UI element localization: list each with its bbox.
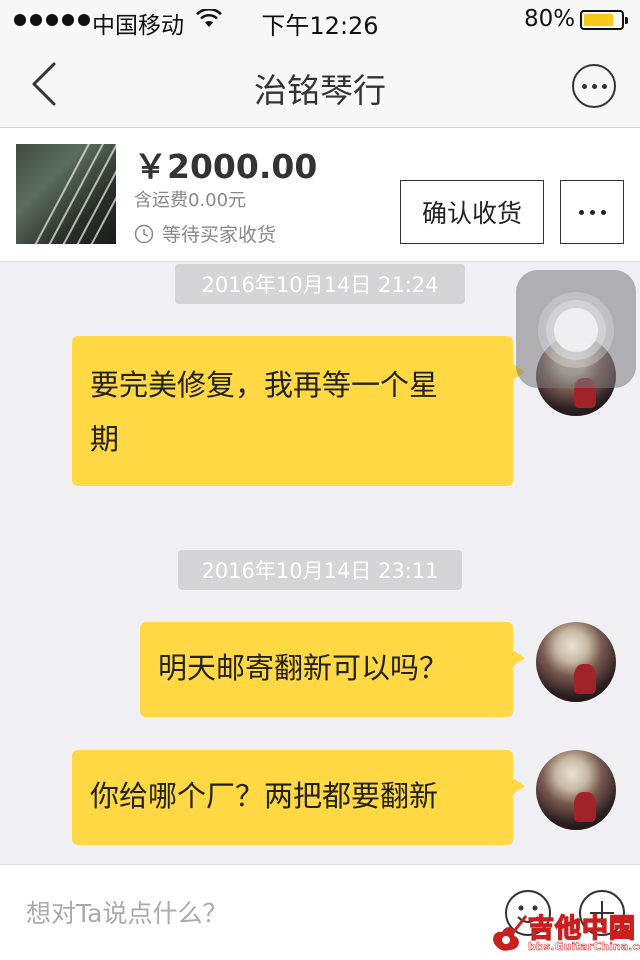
- battery-level-fill: [584, 14, 613, 26]
- nav-bar: 治铭琴行: [0, 40, 640, 128]
- message-bubble[interactable]: 明天邮寄翻新可以吗？: [140, 622, 525, 717]
- more-actions-button[interactable]: [560, 180, 624, 244]
- guitar-logo-icon: [493, 915, 528, 951]
- order-status-text: 等待买家收货: [162, 224, 277, 246]
- message-text: 明天邮寄翻新可以吗？: [158, 651, 449, 685]
- order-status: 等待买家收货: [134, 220, 276, 247]
- watermark-url: bbs.GuitarChina.com: [528, 940, 640, 954]
- product-price: ￥2000.00: [134, 147, 318, 186]
- more-circle-icon[interactable]: [572, 64, 616, 108]
- status-bar: 中国移动 下午12:26 80%: [0, 0, 640, 40]
- message-input[interactable]: [26, 893, 486, 933]
- message-text: 你给哪个厂？两把都要翻新: [90, 779, 439, 813]
- shipping-fee: 含运费0.00元: [134, 190, 247, 211]
- chat-title: 治铭琴行: [254, 71, 386, 110]
- message-bubble[interactable]: 你给哪个厂？两把都要翻新: [72, 750, 525, 845]
- message-timestamp: 2016年10月14日 21:24: [175, 264, 465, 304]
- avatar[interactable]: [536, 622, 616, 702]
- confirm-receipt-button[interactable]: 确认收货: [400, 180, 544, 244]
- product-thumbnail[interactable]: [16, 144, 116, 244]
- message-timestamp: 2016年10月14日 23:11: [178, 550, 462, 590]
- product-card: ￥2000.00 含运费0.00元 等待买家收货 确认收货: [0, 128, 640, 262]
- message-bubble[interactable]: 要完美修复，我再等一个星 期: [72, 336, 525, 486]
- battery-icon: [580, 10, 628, 30]
- avatar[interactable]: [536, 750, 616, 830]
- battery-percent: 80%: [524, 6, 576, 32]
- watermark-logo: 吉他中国 bbs.GuitarChina.com: [488, 906, 640, 958]
- message-text: 要完美修复，我再等一个星 期: [90, 368, 439, 456]
- clock-icon: [134, 224, 154, 243]
- assistive-touch-button[interactable]: [516, 270, 636, 388]
